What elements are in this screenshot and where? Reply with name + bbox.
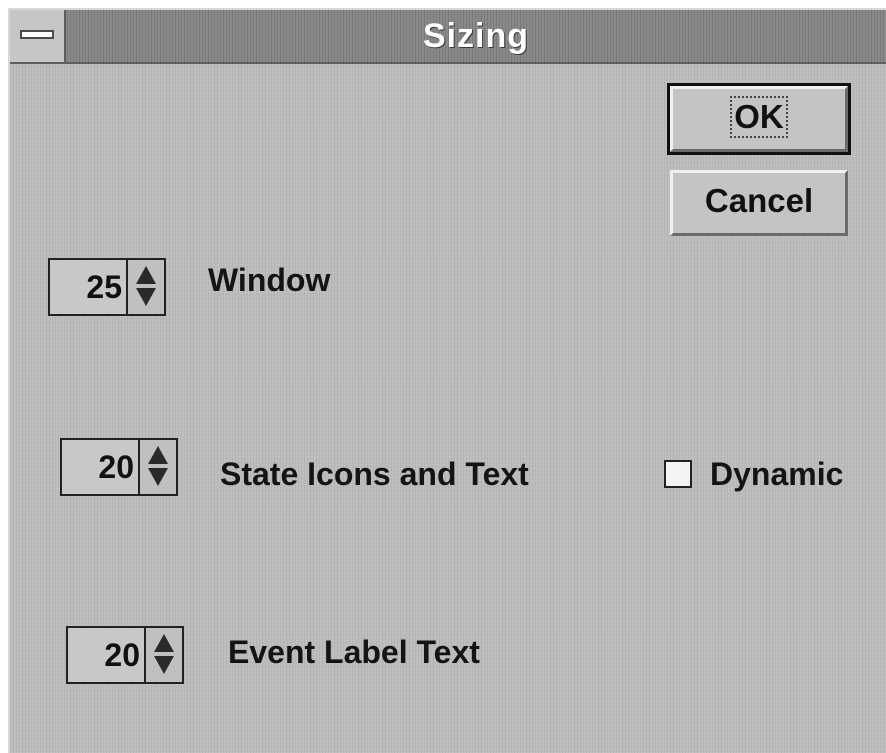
- system-menu-icon: [20, 30, 54, 39]
- ok-button-label: OK: [730, 96, 788, 138]
- sizing-dialog: Sizing OK Cancel 25 Window 20 State Icon…: [8, 8, 886, 753]
- system-menu-button[interactable]: [10, 10, 66, 62]
- cancel-button[interactable]: Cancel: [670, 170, 848, 236]
- arrow-down-icon[interactable]: [154, 656, 174, 674]
- state-icons-spin-buttons[interactable]: [138, 440, 176, 494]
- window-size-value[interactable]: 25: [50, 260, 126, 314]
- event-label-text-label: Event Label Text: [228, 634, 480, 670]
- event-label-size-spinner[interactable]: 20: [66, 626, 184, 684]
- window-size-label: Window: [208, 262, 331, 298]
- window-title: Sizing: [422, 17, 530, 55]
- arrow-down-icon[interactable]: [136, 288, 156, 306]
- arrow-up-icon[interactable]: [154, 634, 174, 652]
- ok-button[interactable]: OK: [667, 83, 851, 155]
- dynamic-checkbox[interactable]: [664, 460, 692, 488]
- cancel-button-label: Cancel: [704, 182, 814, 219]
- window-size-spin-buttons[interactable]: [126, 260, 164, 314]
- arrow-down-icon[interactable]: [148, 468, 168, 486]
- state-icons-size-value[interactable]: 20: [62, 440, 138, 494]
- state-icons-size-spinner[interactable]: 20: [60, 438, 178, 496]
- arrow-up-icon[interactable]: [148, 446, 168, 464]
- event-label-size-value[interactable]: 20: [68, 628, 144, 682]
- state-icons-label: State Icons and Text: [220, 456, 529, 492]
- dynamic-checkbox-label[interactable]: Dynamic: [710, 454, 843, 494]
- window-size-spinner[interactable]: 25: [48, 258, 166, 316]
- event-label-spin-buttons[interactable]: [144, 628, 182, 682]
- arrow-up-icon[interactable]: [136, 266, 156, 284]
- title-bar[interactable]: Sizing: [10, 10, 886, 64]
